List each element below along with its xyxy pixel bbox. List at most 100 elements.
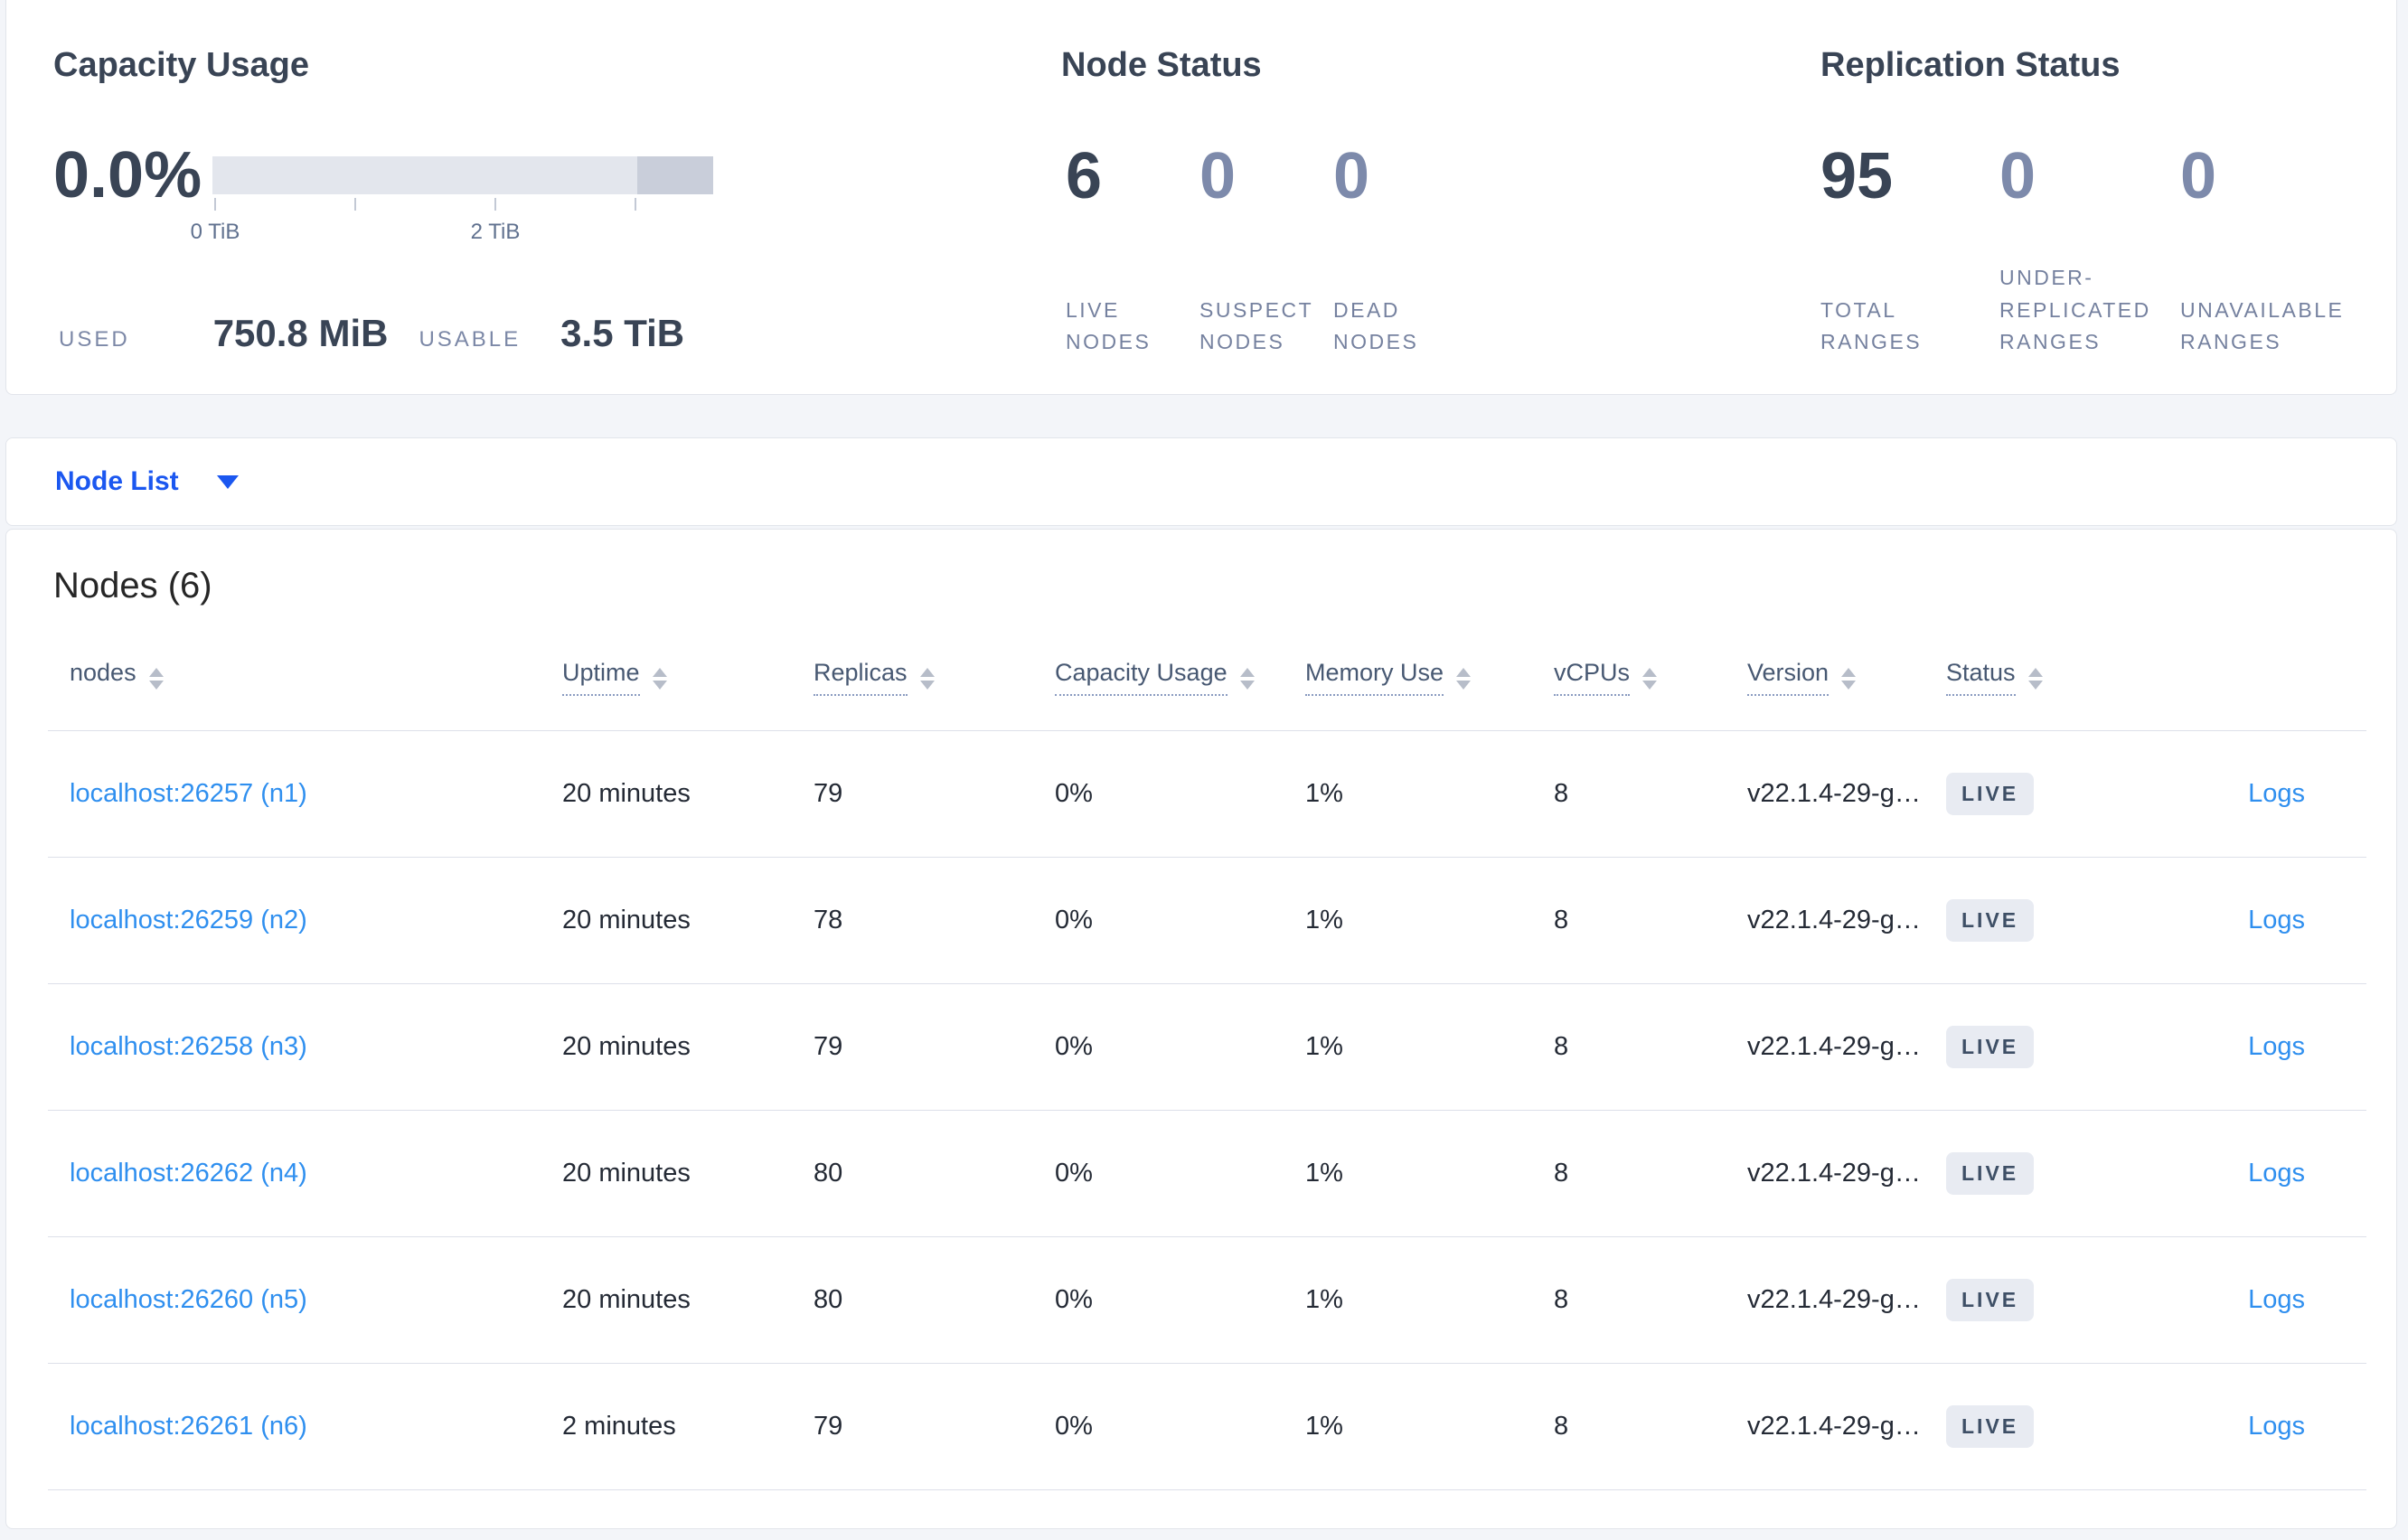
status-badge: LIVE [1946,1026,2035,1068]
column-header-vcpus[interactable]: vCPUs [1554,659,1631,696]
sort-up-icon [919,668,935,677]
version-value: v22.1.4-29-g… [1747,906,1921,934]
table-header-cell: Replicas [814,659,1055,696]
sort-up-icon [1239,668,1255,677]
metric-value: 0 [1199,140,1237,212]
sort-icon[interactable] [919,668,935,690]
cell-memory: 1% [1305,1285,1554,1315]
node-link[interactable]: localhost:26260 (n5) [70,1285,307,1314]
capacity-usable-label: USABLE [419,327,522,352]
cell-vcpus: 8 [1554,779,1747,809]
capacity-used-value: 750.8 MiB [212,312,389,354]
summary-metric: 0 UNAVAILABLE RANGES [2180,144,2402,359]
logs-link[interactable]: Logs [2248,1412,2305,1441]
cell-node: localhost:26259 (n2) [48,906,562,935]
logs-link[interactable]: Logs [2248,779,2305,808]
logs-link[interactable]: Logs [2248,906,2305,934]
column-header-replicas[interactable]: Replicas [814,659,908,696]
cell-logs: Logs [2140,906,2366,935]
cell-version: v22.1.4-29-g… [1747,1032,1946,1062]
capacity-value: 0% [1055,779,1093,808]
cell-vcpus: 8 [1554,1159,1747,1188]
capacity-used-label: USED [59,327,130,352]
node-link[interactable]: localhost:26257 (n1) [70,779,307,808]
replicas-value: 80 [814,1285,843,1314]
table-header-row: nodes Uptime Replicas Capacity Usage Memory … [48,624,2366,731]
sort-icon[interactable] [652,668,667,690]
node-link[interactable]: localhost:26261 (n6) [70,1412,307,1441]
status-badge: LIVE [1946,899,2035,942]
status-badge: LIVE [1946,1279,2035,1321]
uptime-value: 2 minutes [562,1412,676,1441]
node-link[interactable]: localhost:26259 (n2) [70,906,307,934]
replication-status-title: Replication Status [1820,46,2121,84]
cell-replicas: 78 [814,906,1055,935]
node-list-dropdown-card: Node List [5,437,2397,526]
metric-label: SUSPECT NODES [1199,297,1313,354]
sort-icon[interactable] [1239,668,1255,690]
sort-down-icon [2027,681,2043,690]
capacity-reserved-bar [637,156,713,194]
metric-label: UNDER-REPLICATED RANGES [1999,266,2151,354]
capacity-value: 0% [1055,906,1093,934]
node-link[interactable]: localhost:26262 (n4) [70,1159,307,1188]
logs-link[interactable]: Logs [2248,1032,2305,1061]
replicas-value: 79 [814,1032,843,1061]
column-header-uptime[interactable]: Uptime [562,659,640,696]
axis-tick [494,198,496,211]
cell-capacity: 0% [1055,906,1305,935]
metric-value: 95 [1820,140,1894,212]
version-value: v22.1.4-29-g… [1747,779,1921,808]
node-link[interactable]: localhost:26258 (n3) [70,1032,307,1061]
table-row: localhost:26260 (n5) 20 minutes 80 0% 1% 8 v22… [48,1237,2366,1364]
sort-icon[interactable] [1456,668,1472,690]
capacity-usage-title: Capacity Usage [53,46,310,84]
cell-status: LIVE [1946,773,2140,815]
sort-icon[interactable] [148,668,164,690]
cell-memory: 1% [1305,1412,1554,1441]
summary-metric: 6 LIVE NODES [1066,144,1199,359]
summary-metric: 0 DEAD NODES [1333,144,1505,359]
sort-icon[interactable] [1642,668,1658,690]
column-header-version[interactable]: Version [1747,659,1830,696]
capacity-usage-bar [212,156,713,194]
memory-value: 1% [1305,1032,1343,1061]
table-row: localhost:26257 (n1) 20 minutes 79 0% 1% 8 v22… [48,731,2366,858]
cell-node: localhost:26260 (n5) [48,1285,562,1315]
column-header-status[interactable]: Status [1946,659,2016,696]
cell-vcpus: 8 [1554,1285,1747,1315]
capacity-percent-value: 0.0% [53,139,202,211]
cell-uptime: 20 minutes [562,1285,814,1315]
axis-tick [635,198,636,211]
sort-down-icon [1456,681,1472,690]
cell-uptime: 20 minutes [562,906,814,935]
cell-replicas: 79 [814,1032,1055,1062]
sort-icon[interactable] [1841,668,1857,690]
column-header-nodes[interactable]: nodes [70,659,136,696]
table-header-cell: Version [1747,659,1946,696]
cell-uptime: 20 minutes [562,1032,814,1062]
cell-node: localhost:26257 (n1) [48,779,562,809]
cell-replicas: 79 [814,779,1055,809]
vcpus-value: 8 [1554,1159,1569,1188]
table-header-cell: Memory Use [1305,659,1554,696]
vcpus-value: 8 [1554,1032,1569,1061]
capacity-stats: USED 750.8 MiB USABLE 3.5 TiB [59,312,684,355]
sort-icon[interactable] [2027,668,2043,690]
cell-status: LIVE [1946,899,2140,942]
column-header-memory-use[interactable]: Memory Use [1305,659,1444,696]
capacity-axis: 0 TiB 2 TiB [191,198,713,252]
version-value: v22.1.4-29-g… [1747,1285,1921,1314]
cell-capacity: 0% [1055,779,1305,809]
table-row: localhost:26261 (n6) 2 minutes 79 0% 1% 8 v22.… [48,1364,2366,1490]
logs-link[interactable]: Logs [2248,1285,2305,1314]
memory-value: 1% [1305,1285,1343,1314]
column-header-capacity-usage[interactable]: Capacity Usage [1055,659,1228,696]
chevron-down-icon[interactable] [216,474,239,489]
cell-logs: Logs [2140,1032,2366,1062]
sort-down-icon [1642,681,1658,690]
logs-link[interactable]: Logs [2248,1159,2305,1188]
sort-up-icon [1456,668,1472,677]
cell-version: v22.1.4-29-g… [1747,1159,1946,1188]
node-list-dropdown[interactable]: Node List [55,466,179,497]
